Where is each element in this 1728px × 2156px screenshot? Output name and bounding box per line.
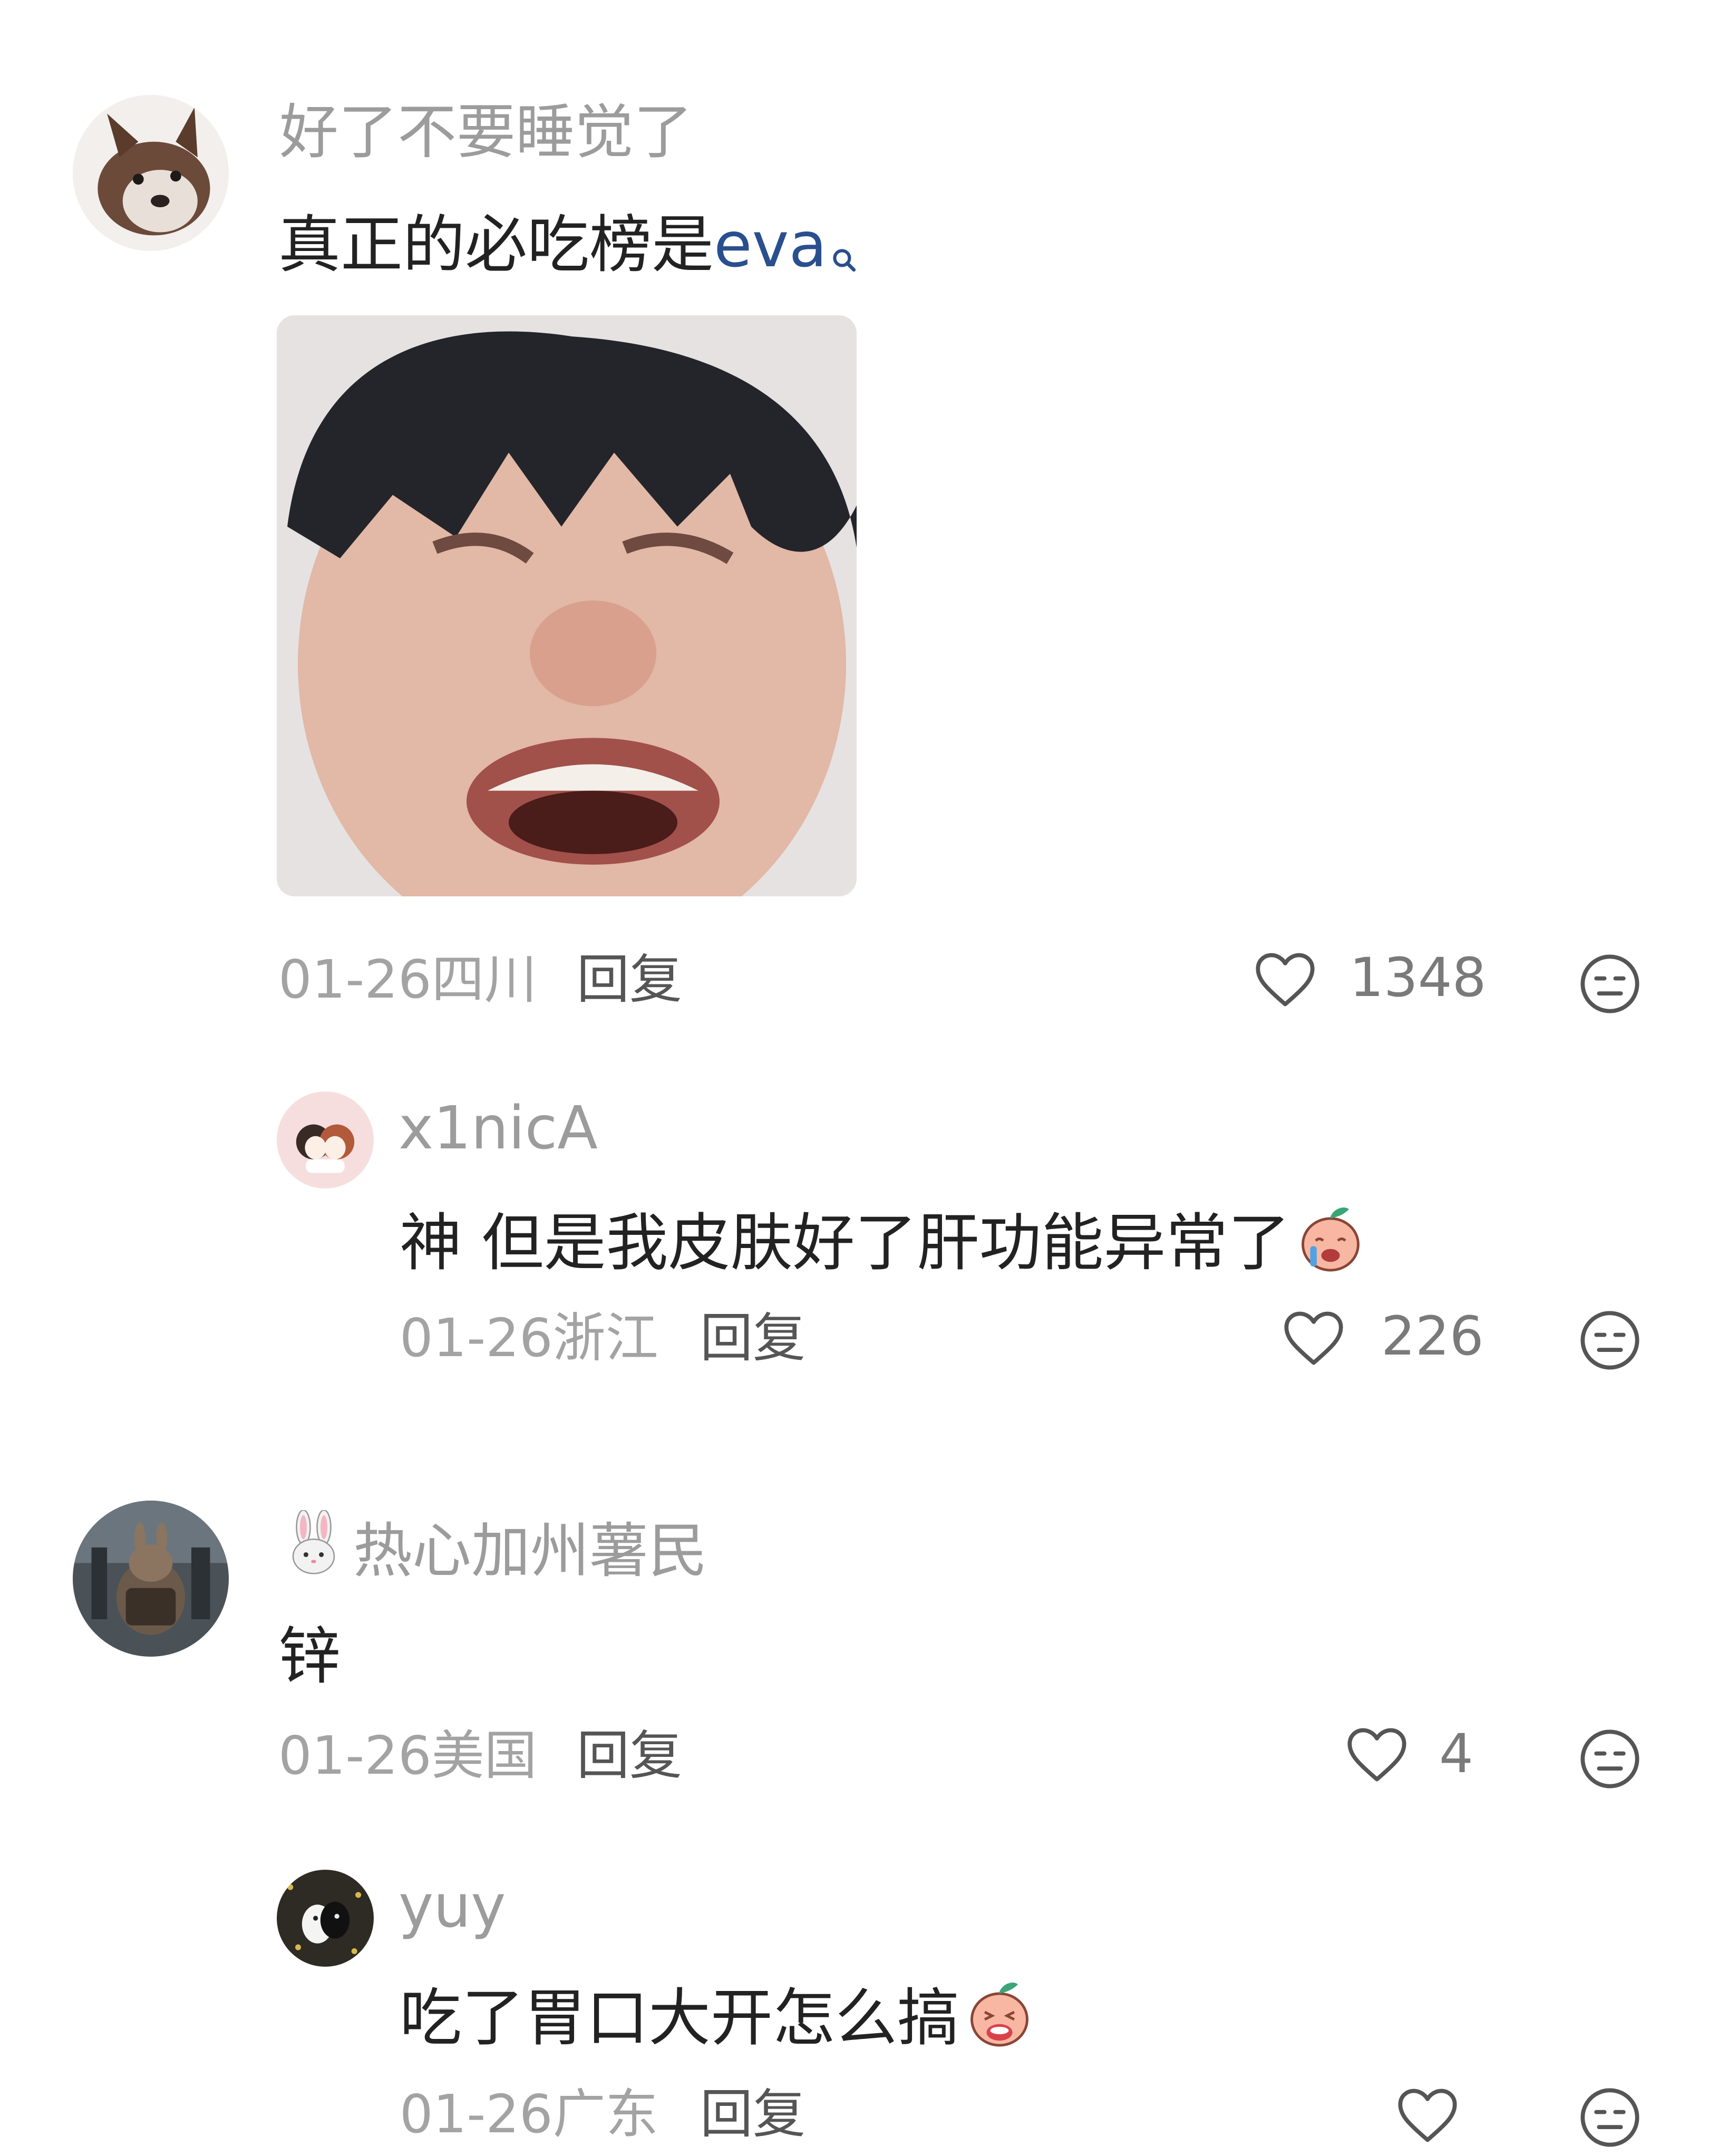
- dislike-face-icon[interactable]: [1577, 2085, 1643, 2150]
- reply-location: 浙江: [552, 1307, 658, 1369]
- search-link[interactable]: eva: [714, 208, 827, 281]
- avatar[interactable]: [277, 1091, 374, 1188]
- dislike-face-icon[interactable]: [1577, 1726, 1643, 1792]
- black-white-cat-avatar-icon: [277, 1870, 374, 1967]
- reply-location: 广东: [552, 2083, 658, 2145]
- dislike-face-icon[interactable]: [1577, 1308, 1643, 1373]
- reply-text-content: 神 但是我皮肤好了肝功能异常了: [400, 1206, 1290, 1279]
- couple-cartoon-avatar-icon: [277, 1091, 374, 1188]
- reply-text-content: 吃了胃口大开怎么搞: [400, 1981, 960, 2054]
- like-count: 1348: [1350, 946, 1487, 1009]
- avatar[interactable]: [73, 1501, 229, 1657]
- rabbit-face-emoji-icon: [279, 1509, 348, 1588]
- comment-location: 四川: [431, 949, 537, 1010]
- reply-date: 01-26: [400, 1307, 553, 1369]
- crying-peach-emoji-icon: [1294, 1200, 1367, 1283]
- reply-button[interactable]: 回复: [577, 1729, 682, 1782]
- comment-username-row: 热心加州薯民: [279, 1509, 707, 1588]
- like-count: 4: [1439, 1723, 1473, 1785]
- reply-button[interactable]: 回复: [577, 953, 682, 1006]
- dislike-face-icon[interactable]: [1577, 951, 1643, 1017]
- comment-username[interactable]: 好了不要睡觉了: [279, 103, 693, 162]
- comment-text: 锌: [278, 1620, 341, 1693]
- reply-meta: 01-26浙江: [400, 1312, 658, 1365]
- comment-location: 美国: [431, 1725, 537, 1786]
- reply-username[interactable]: x1nicA: [399, 1099, 598, 1158]
- reply-text: 吃了胃口大开怎么搞: [400, 1975, 1036, 2058]
- meme-crying-face-photo-icon: [277, 315, 857, 896]
- reply-meta: 01-26广东: [400, 2088, 658, 2141]
- heart-icon[interactable]: [1251, 947, 1319, 1012]
- avatar[interactable]: [73, 95, 229, 251]
- comment-text-before-link: 真正的必吃榜是: [278, 208, 714, 281]
- heart-icon[interactable]: [1394, 2083, 1461, 2148]
- reply-date: 01-26: [400, 2083, 553, 2145]
- comment-date: 01-26: [278, 1725, 432, 1786]
- heart-icon[interactable]: [1280, 1306, 1347, 1371]
- husky-dog-avatar-icon: [73, 95, 229, 251]
- reply-button[interactable]: 回复: [700, 2088, 805, 2141]
- heart-icon[interactable]: [1343, 1722, 1411, 1787]
- rabbit-photo-avatar-icon: [73, 1501, 229, 1657]
- reply-text: 神 但是我皮肤好了肝功能异常了: [400, 1200, 1367, 1283]
- comment-text: 真正的必吃榜是eva: [278, 214, 860, 285]
- comment-date: 01-26: [278, 949, 432, 1010]
- like-count: 226: [1381, 1305, 1484, 1368]
- comment-username[interactable]: 热心加州薯民: [353, 1517, 707, 1585]
- reply-username[interactable]: yuy: [399, 1877, 506, 1936]
- search-icon[interactable]: [830, 223, 860, 285]
- comment-meta: 01-26美国: [278, 1729, 537, 1782]
- avatar[interactable]: [277, 1870, 374, 1967]
- crying-peach-emoji-icon: [963, 1975, 1036, 2058]
- comment-image[interactable]: [277, 315, 857, 896]
- reply-button[interactable]: 回复: [700, 1312, 805, 1365]
- comment-meta: 01-26四川: [278, 953, 537, 1006]
